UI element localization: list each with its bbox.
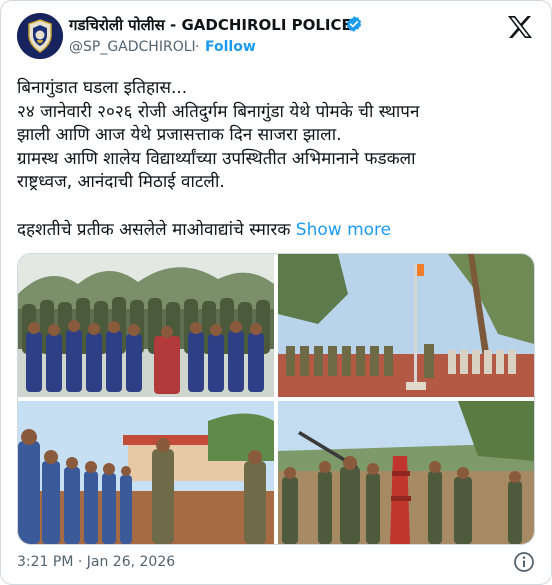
tweet-text-line: झाली आणि आज येथे प्रजासत्ताक दिन साजरा झ… <box>17 125 342 146</box>
tweet-text-line: ग्रामस्थ आणि शालेय विद्यार्थ्यांच्या उपस… <box>17 148 416 169</box>
account-handle[interactable]: @SP_GADCHIROLI <box>69 39 196 55</box>
separator-dot: · <box>195 39 200 55</box>
tweet-text-line: बिनागुंडात घडला इतिहास... <box>17 78 188 98</box>
display-name[interactable]: गडचिरोली पोलीस - GADCHIROLI POLICE <box>69 15 352 35</box>
timestamp[interactable]: 3:21 PM · Jan 26, 2026 <box>17 554 175 570</box>
tweet-text: बिनागुंडात घडला इतिहास... २४ जानेवारी २०… <box>17 77 537 242</box>
info-icon[interactable] <box>513 551 535 573</box>
avatar[interactable] <box>17 13 63 59</box>
police-emblem-icon <box>17 13 63 59</box>
x-logo-icon[interactable] <box>507 15 533 39</box>
show-more-link[interactable]: Show more <box>296 220 391 240</box>
tweet-text-line: २४ जानेवारी २०२६ रोजी अतिदुर्गम बिनागुंड… <box>17 101 420 122</box>
tweet-text-line: राष्ट्रध्वज, आनंदाची मिठाई वाटली. <box>17 172 225 193</box>
follow-button[interactable]: Follow <box>205 39 256 55</box>
verified-badge-icon <box>345 15 363 33</box>
photo-sweets-distribution[interactable] <box>18 401 274 544</box>
tweet-card[interactable]: गडचिरोली पोलीस - GADCHIROLI POLICE @SP_G… <box>0 0 552 585</box>
photo-memorial-demolition[interactable] <box>278 401 534 544</box>
photo-group-police-students[interactable] <box>18 254 274 397</box>
tweet-text-line <box>17 195 537 219</box>
tweet-text-last-line: दहशतीचे प्रतीक असलेले माओवाद्यांचे स्मार… <box>17 219 537 243</box>
photo-flag-hoisting[interactable] <box>278 254 534 397</box>
tweet-text-line: दहशतीचे प्रतीक असलेले माओवाद्यांचे स्मार… <box>17 219 291 240</box>
media-grid <box>17 253 535 545</box>
